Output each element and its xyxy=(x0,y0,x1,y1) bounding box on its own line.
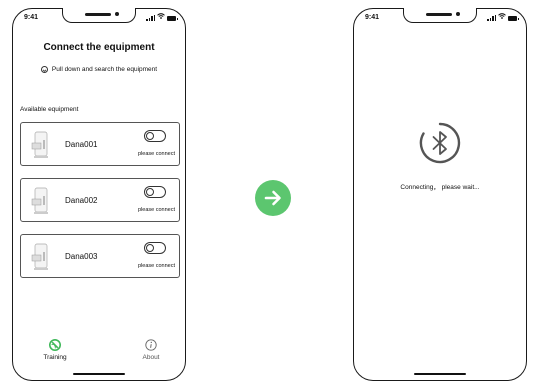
speaker-grille xyxy=(85,13,111,16)
pull-down-hint-text: Pull down and search the equipment xyxy=(51,66,158,73)
device-name: Dana002 xyxy=(65,196,98,205)
phone-connecting: 9:41 Connecting， please wait... xyxy=(353,8,527,381)
connect-toggle[interactable] xyxy=(144,130,166,142)
status-icons xyxy=(146,13,178,21)
device-card-dana002[interactable]: Dana002 please connect xyxy=(20,178,180,222)
tab-about-label: About xyxy=(142,354,160,361)
tab-training-label: Training xyxy=(43,354,67,361)
phone-connect-equipment: 9:41 Connect the equipment Pull down and… xyxy=(12,8,186,381)
device-name: Dana001 xyxy=(65,140,98,149)
connect-label: please connect xyxy=(138,263,175,269)
battery-icon xyxy=(508,16,519,21)
wifi-icon xyxy=(157,13,165,21)
speaker-grille xyxy=(426,13,452,16)
connect-label: please connect xyxy=(138,151,175,157)
toggle-knob xyxy=(146,132,154,140)
training-icon xyxy=(49,339,61,351)
connecting-status: Connecting， please wait... xyxy=(400,184,480,191)
connect-toggle[interactable] xyxy=(144,242,166,254)
next-arrow-button xyxy=(255,180,291,216)
camera-dot xyxy=(115,12,119,16)
camera-dot xyxy=(456,12,460,16)
home-indicator xyxy=(414,372,466,375)
wifi-icon xyxy=(498,13,506,21)
status-time: 9:41 xyxy=(365,14,380,21)
signal-icon xyxy=(146,14,155,21)
info-icon xyxy=(145,339,157,351)
device-image-icon xyxy=(31,131,48,158)
arrow-right-icon xyxy=(264,190,281,206)
available-equipment-label: Available equipment xyxy=(20,106,79,113)
connect-toggle[interactable] xyxy=(144,186,166,198)
device-image-icon xyxy=(31,243,48,270)
device-image-icon xyxy=(31,187,48,214)
device-name: Dana003 xyxy=(65,252,98,261)
page-title: Connect the equipment xyxy=(43,42,155,53)
status-icons xyxy=(487,13,519,21)
toggle-knob xyxy=(146,244,154,252)
chevron-down-circle-icon xyxy=(40,66,48,73)
home-indicator xyxy=(73,372,125,375)
connect-label: please connect xyxy=(138,207,175,213)
pull-down-hint: Pull down and search the equipment xyxy=(13,66,185,73)
phone-notch xyxy=(62,8,136,23)
tab-bar: Training About xyxy=(13,339,185,369)
phone-notch xyxy=(403,8,477,23)
battery-icon xyxy=(167,16,178,21)
tab-training[interactable]: Training xyxy=(35,339,75,361)
status-time: 9:41 xyxy=(24,14,39,21)
toggle-knob xyxy=(146,188,154,196)
signal-icon xyxy=(487,14,496,21)
device-card-dana001[interactable]: Dana001 please connect xyxy=(20,122,180,166)
bluetooth-icon xyxy=(419,122,461,164)
device-card-dana003[interactable]: Dana003 please connect xyxy=(20,234,180,278)
tab-about[interactable]: About xyxy=(131,339,171,361)
